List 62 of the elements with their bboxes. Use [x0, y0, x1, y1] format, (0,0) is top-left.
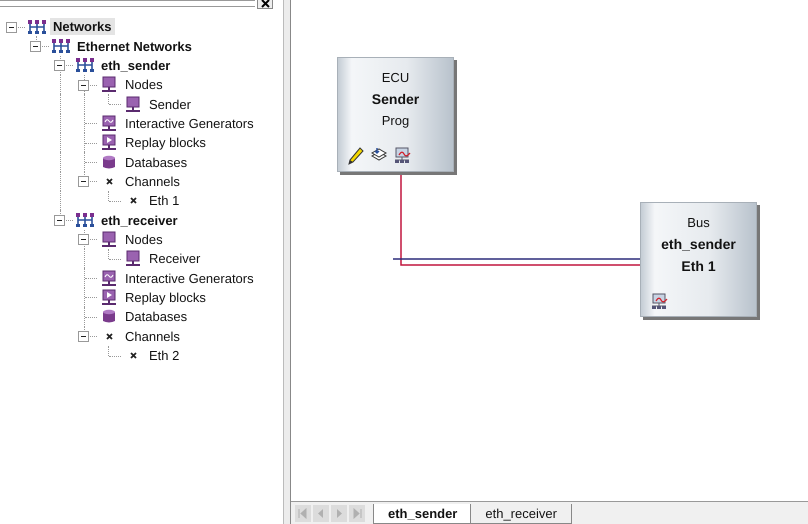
block-type: Bus: [687, 215, 710, 230]
computer-icon: [101, 76, 117, 94]
collapse-toggle[interactable]: [78, 176, 89, 188]
tree-item[interactable]: Nodes: [122, 230, 166, 248]
channel-icon: [106, 332, 112, 340]
wave-monitor-icon: [101, 114, 117, 132]
network-monitor-icon[interactable]: [394, 147, 412, 164]
database-icon: [102, 154, 116, 170]
tree-item[interactable]: Replay blocks: [122, 134, 209, 152]
channel-icon: [130, 197, 136, 204]
block-name: Sender: [372, 91, 420, 107]
tree-item[interactable]: Networks: [50, 18, 115, 36]
tree-item[interactable]: Interactive Generators: [122, 114, 257, 132]
close-icon: [260, 0, 270, 8]
tree-item[interactable]: Databases: [122, 308, 190, 326]
tree-item[interactable]: Interactive Generators: [122, 270, 257, 287]
channel-icon: [106, 178, 112, 185]
collapse-toggle[interactable]: [54, 215, 65, 226]
close-button[interactable]: [257, 0, 273, 9]
computer-icon: [125, 250, 141, 268]
tree-item[interactable]: Sender: [146, 96, 194, 113]
collapse-toggle[interactable]: [6, 22, 17, 33]
collapse-toggle[interactable]: [78, 80, 89, 91]
tree-item[interactable]: Databases: [122, 154, 190, 171]
tree-item[interactable]: eth_receiver: [98, 212, 181, 229]
tree-item[interactable]: Channels: [122, 172, 183, 190]
bus-block[interactable]: Bus eth_sender Eth 1: [640, 202, 757, 317]
network-monitor-icon[interactable]: [651, 293, 669, 310]
pane-splitter[interactable]: [283, 0, 291, 524]
sheet-tab[interactable]: eth_sender: [373, 504, 472, 524]
network-icon: [75, 57, 95, 74]
document-stack-icon[interactable]: [370, 147, 388, 163]
collapse-toggle[interactable]: [30, 41, 41, 52]
block-detail: Prog: [382, 113, 410, 128]
database-icon: [102, 309, 116, 324]
block-detail: Eth 1: [681, 258, 716, 274]
pencil-icon[interactable]: [348, 147, 364, 165]
network-icon: [27, 18, 47, 35]
tree-item[interactable]: Nodes: [122, 76, 166, 94]
play-monitor-icon: [101, 134, 117, 152]
panel-grip[interactable]: [0, 0, 255, 7]
channel-icon: [130, 352, 136, 360]
tree-item[interactable]: Channels: [122, 328, 183, 345]
collapse-toggle[interactable]: [78, 234, 89, 246]
network-icon: [75, 212, 95, 228]
sheet-tab[interactable]: eth_receiver: [470, 504, 572, 524]
tree-item[interactable]: Eth 2: [146, 347, 182, 364]
tree-item[interactable]: eth_sender: [98, 56, 174, 74]
network-icon: [51, 38, 71, 54]
computer-icon: [101, 230, 117, 248]
block-type: ECU: [382, 70, 410, 85]
computer-icon: [125, 96, 141, 113]
tree-item[interactable]: Replay blocks: [122, 288, 209, 306]
collapse-toggle[interactable]: [54, 60, 65, 72]
tree-item[interactable]: Receiver: [146, 250, 204, 268]
ecu-block[interactable]: ECU Sender Prog: [337, 57, 454, 172]
tree-item[interactable]: Eth 1: [146, 192, 182, 210]
tree-item[interactable]: Ethernet Networks: [74, 38, 195, 55]
play-monitor-icon: [101, 288, 117, 306]
wave-monitor-icon: [101, 270, 117, 287]
collapse-toggle[interactable]: [78, 331, 89, 342]
block-name: eth_sender: [661, 236, 736, 252]
